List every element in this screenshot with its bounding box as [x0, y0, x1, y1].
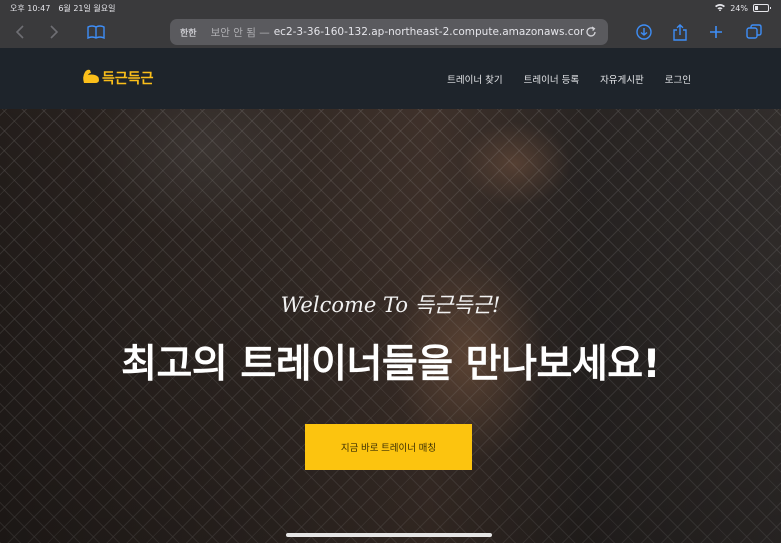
site-navbar: 득근득근 트레이너 찾기 트레이너 등록 자유게시판 로그인 [0, 48, 781, 109]
nav-find-trainer[interactable]: 트레이너 찾기 [447, 72, 502, 86]
bookmarks-icon[interactable] [84, 20, 108, 44]
reload-icon[interactable] [584, 25, 598, 39]
status-date: 6월 21일 월요일 [58, 4, 116, 13]
wifi-icon [715, 3, 726, 13]
hero-headline: 최고의 트레이너들을 만나보세요! [121, 342, 660, 387]
hero-welcome: Welcome To 득근득근! [280, 293, 501, 317]
browser-toolbar: 한한 보안 안 됨 — ec2-3-36-160-132.ap-northeas… [0, 16, 781, 48]
nav-login[interactable]: 로그인 [665, 72, 691, 86]
nav-free-board[interactable]: 자유게시판 [600, 72, 644, 86]
logo-text: 득근득근 [102, 71, 154, 87]
site-logo[interactable]: 득근득근 [82, 68, 154, 88]
forward-icon[interactable] [42, 20, 66, 44]
reader-toggle[interactable]: 한한 [180, 26, 197, 39]
url-text: ec2-3-36-160-132.ap-northeast-2.compute.… [273, 26, 584, 38]
hero-section: Welcome To 득근득근! 최고의 트레이너들을 만나보세요! 지금 바로… [0, 109, 781, 543]
insecure-label: 보안 안 됨 — [210, 26, 270, 39]
back-icon[interactable] [8, 20, 32, 44]
nav-links: 트레이너 찾기 트레이너 등록 자유게시판 로그인 [447, 72, 691, 86]
address-bar[interactable]: 한한 보안 안 됨 — ec2-3-36-160-132.ap-northeas… [170, 19, 608, 45]
new-tab-icon[interactable] [704, 20, 728, 44]
tabs-icon[interactable] [742, 20, 766, 44]
home-indicator[interactable] [286, 533, 492, 537]
battery-percent: 24% [730, 3, 748, 13]
status-bar: 오후 10:47 6월 21일 월요일 24% [0, 0, 781, 16]
share-icon[interactable] [668, 20, 692, 44]
download-icon[interactable] [632, 20, 656, 44]
muscle-icon [82, 68, 100, 88]
trainer-matching-button[interactable]: 지금 바로 트레이너 매칭 [305, 424, 472, 470]
nav-register-trainer[interactable]: 트레이너 등록 [524, 72, 579, 86]
status-time: 오후 10:47 [10, 4, 51, 13]
battery-icon [753, 4, 771, 12]
